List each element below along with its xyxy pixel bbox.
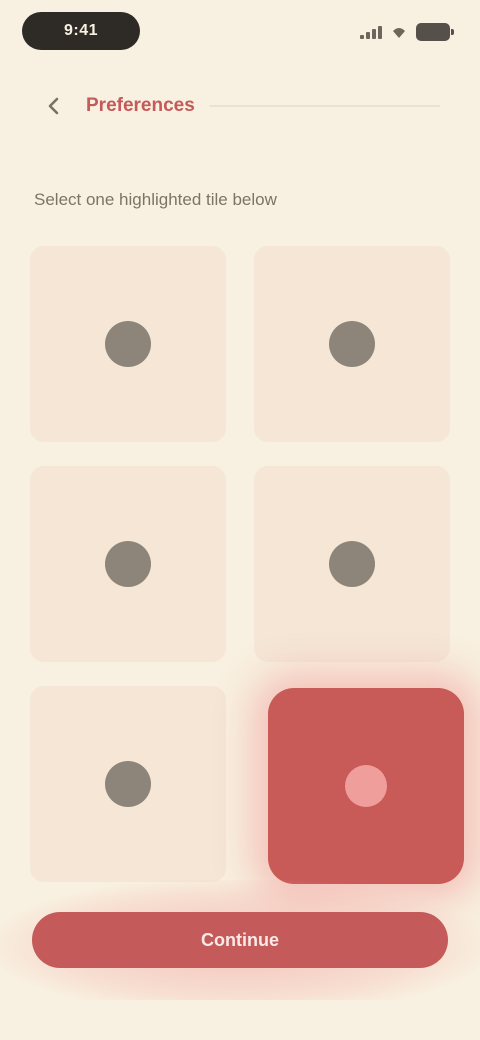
status-icons <box>360 20 454 44</box>
header-nav: Preferences <box>40 86 440 126</box>
battery-icon <box>416 23 454 41</box>
continue-button[interactable]: Continue <box>32 912 448 968</box>
page-title: Preferences <box>86 95 195 116</box>
app-screen: 9:41 Preferences Select one highlighted … <box>0 0 480 1040</box>
wifi-icon <box>393 28 405 38</box>
grid-tile-3[interactable] <box>30 466 226 662</box>
tile-dot-icon <box>105 761 151 807</box>
tile-dot-icon <box>105 321 151 367</box>
signal-icon <box>360 25 382 39</box>
back-arrow-icon[interactable] <box>40 92 68 120</box>
grid-tile-6-selected[interactable] <box>268 688 464 884</box>
tile-grid <box>30 246 464 884</box>
tile-dot-icon <box>345 765 387 807</box>
tile-dot-icon <box>105 541 151 587</box>
selection-prompt: Select one highlighted tile below <box>34 190 277 209</box>
tile-dot-icon <box>329 321 375 367</box>
grid-tile-5[interactable] <box>30 686 226 882</box>
grid-tile-2[interactable] <box>254 246 450 442</box>
status-bar: 9:41 <box>0 0 480 64</box>
grid-tile-1[interactable] <box>30 246 226 442</box>
grid-tile-4[interactable] <box>254 466 450 662</box>
status-time: 9:41 <box>22 12 140 50</box>
tile-dot-icon <box>329 541 375 587</box>
header-divider <box>208 105 440 107</box>
